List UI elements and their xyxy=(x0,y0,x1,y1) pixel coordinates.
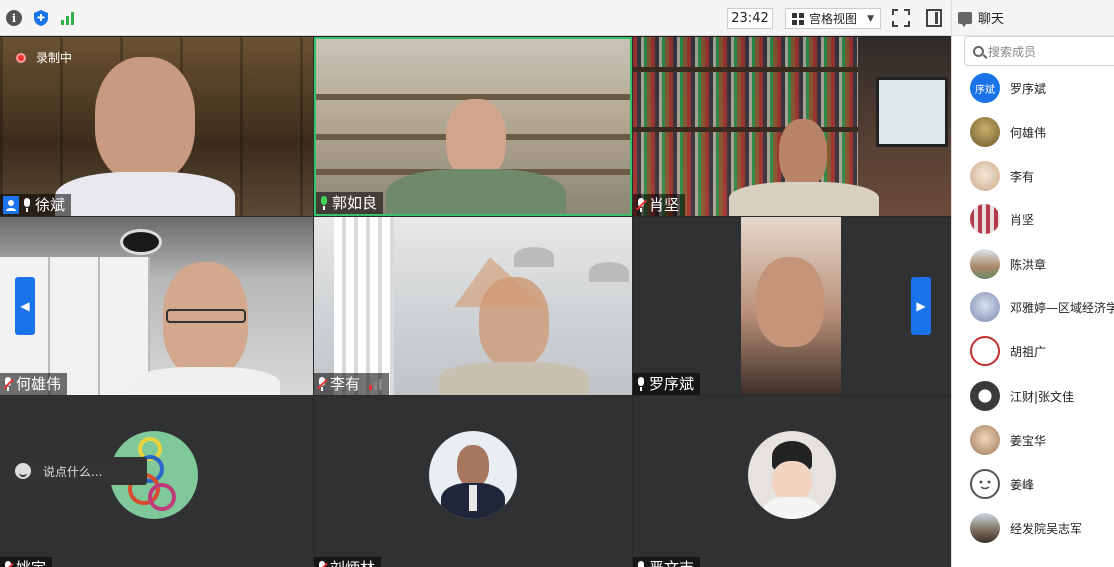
chevron-down-icon: ▼ xyxy=(867,13,874,24)
video-tile[interactable]: 肖坚 xyxy=(633,37,951,216)
chat-tab[interactable]: 聊天 xyxy=(952,0,1114,36)
avatar xyxy=(429,431,517,519)
fullscreen-icon[interactable] xyxy=(892,9,910,27)
mic-muted-icon xyxy=(3,377,14,391)
top-toolbar: i 23:42 宫格视图 ▼ xyxy=(0,0,951,36)
video-tile[interactable]: 李有 xyxy=(314,217,632,395)
tile-name-label: 何雄伟 xyxy=(0,373,68,395)
video-tile[interactable]: 录制中 徐斌 xyxy=(0,37,313,216)
mic-icon xyxy=(636,377,646,391)
member-list-item[interactable]: 姜峰 xyxy=(970,468,1114,500)
member-list-item[interactable]: 李有 xyxy=(970,160,1114,192)
signal-strength-icon xyxy=(369,379,383,390)
member-list-item[interactable]: 经发院吴志军 xyxy=(970,512,1114,544)
member-search-input[interactable]: 搜索成员 xyxy=(964,36,1114,66)
tile-name-label: 肖坚 xyxy=(633,194,686,216)
tile-name-label: 刘炳林 xyxy=(314,557,382,567)
grid-icon xyxy=(792,12,804,25)
tile-name-label: 罗序斌 xyxy=(633,373,701,395)
mic-muted-icon xyxy=(317,377,328,391)
shield-icon[interactable] xyxy=(31,8,51,28)
host-icon xyxy=(3,196,19,214)
mic-muted-icon xyxy=(636,198,647,212)
view-mode-label: 宫格视图 xyxy=(809,12,858,26)
avatar xyxy=(748,431,836,519)
participant-video xyxy=(756,257,824,347)
avatar xyxy=(970,117,1000,147)
mic-muted-icon xyxy=(317,561,328,567)
video-tile[interactable]: 严文吉 xyxy=(633,396,951,567)
glasses xyxy=(166,309,246,323)
view-mode-dropdown[interactable]: 宫格视图 ▼ xyxy=(785,8,881,29)
avatar xyxy=(970,204,1000,234)
mic-icon xyxy=(22,198,32,212)
chevron-right-icon: ▶ xyxy=(916,299,926,313)
mic-icon xyxy=(636,561,646,567)
avatar xyxy=(970,336,1000,366)
recording-indicator: 录制中 xyxy=(16,49,72,66)
member-list-item[interactable]: 江财|张文佳 xyxy=(970,380,1114,412)
tile-name-label: 郭如良 xyxy=(316,192,384,214)
search-icon xyxy=(973,45,984,57)
chat-input-box[interactable]: 说点什么... xyxy=(7,457,147,485)
member-list-item[interactable]: 陈洪章 xyxy=(970,248,1114,280)
member-list-item[interactable]: 序斌 罗序斌 xyxy=(970,72,1114,104)
side-panel: 聊天 搜索成员 序斌 罗序斌 何雄伟 李有 肖坚 陈洪章 邓雅婷—区域经济学 胡… xyxy=(951,0,1114,567)
video-tile[interactable]: 郭如良 xyxy=(314,37,632,216)
avatar xyxy=(970,513,1000,543)
avatar xyxy=(970,161,1000,191)
side-panel-toggle-icon[interactable] xyxy=(926,9,942,27)
mic-icon xyxy=(319,196,329,210)
tile-name-label: 李有 xyxy=(314,373,390,395)
member-list-item[interactable]: 邓雅婷—区域经济学 xyxy=(970,291,1114,323)
member-list-item[interactable]: 胡祖广 xyxy=(970,335,1114,367)
avatar xyxy=(970,469,1000,499)
next-page-button[interactable]: ▶ xyxy=(911,277,931,335)
signal-icon[interactable] xyxy=(58,8,78,28)
member-list-item[interactable]: 姜宝华 xyxy=(970,424,1114,456)
avatar: 序斌 xyxy=(970,73,1000,103)
video-tile[interactable]: ◀ 何雄伟 xyxy=(0,217,313,395)
info-icon[interactable]: i xyxy=(4,8,24,28)
meeting-timer: 23:42 xyxy=(727,8,773,29)
avatar xyxy=(970,425,1000,455)
participant-video xyxy=(446,99,506,179)
tile-name-label: 徐斌 xyxy=(0,194,72,216)
video-tile[interactable]: ▶ 罗序斌 xyxy=(633,217,951,395)
member-list-item[interactable]: 何雄伟 xyxy=(970,116,1114,148)
chevron-left-icon: ◀ xyxy=(20,299,30,313)
tile-name-label: 姚宇 xyxy=(0,557,53,567)
avatar xyxy=(970,249,1000,279)
video-tile[interactable]: 刘炳林 xyxy=(314,396,632,567)
previous-page-button[interactable]: ◀ xyxy=(15,277,35,335)
member-list-item[interactable]: 肖坚 xyxy=(970,203,1114,235)
participant-video xyxy=(779,119,827,187)
recording-dot-icon xyxy=(16,52,26,63)
avatar xyxy=(970,381,1000,411)
mic-muted-icon xyxy=(3,561,14,567)
tile-name-label: 严文吉 xyxy=(633,557,701,567)
avatar xyxy=(970,292,1000,322)
video-grid: 录制中 徐斌 郭如良 肖坚 ◀ 何雄伟 李有 ▶ 罗序斌 说点什么... xyxy=(0,37,951,567)
emoji-icon[interactable] xyxy=(15,463,31,479)
video-tile[interactable]: 说点什么... 姚宇 xyxy=(0,396,313,567)
chat-icon xyxy=(958,11,972,27)
participant-video xyxy=(95,57,195,182)
